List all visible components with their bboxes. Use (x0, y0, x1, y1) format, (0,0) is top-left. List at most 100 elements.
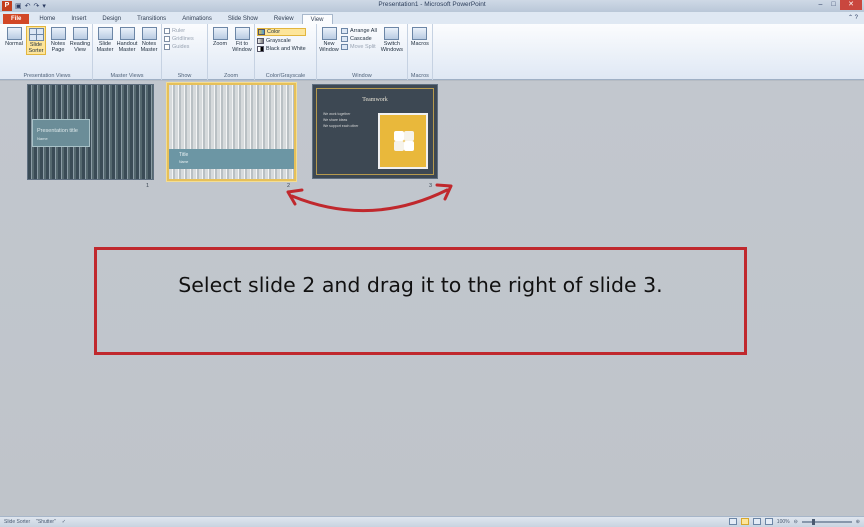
instruction-callout: Select slide 2 and drag it to the right … (94, 247, 747, 355)
zoom-button[interactable]: Zoom (210, 26, 230, 47)
title-bar: P ▣ ↶ ↷ ▾ Presentation1 - Microsoft Powe… (0, 0, 864, 12)
slide-frame: Teamwork We work together We share ideas… (316, 88, 434, 175)
grayscale-button[interactable]: Grayscale (257, 38, 306, 44)
slide-master-icon (97, 27, 113, 40)
reading-view-status-icon[interactable] (752, 518, 761, 525)
normal-view-status-icon[interactable] (728, 518, 737, 525)
notes-master-button[interactable]: Notes Master (139, 26, 159, 53)
zoom-in-icon[interactable]: ⊕ (856, 519, 860, 525)
gridlines-checkbox[interactable]: Gridlines (164, 36, 194, 42)
slide-title: Title (179, 152, 189, 158)
group-show: Ruler Gridlines Guides Show (162, 24, 208, 80)
group-label: Macros (410, 73, 429, 79)
slide-thumbnail-1[interactable]: Presentation title Name (27, 84, 154, 180)
puzzle-hands-image (378, 113, 428, 169)
bullet-list: We work together We share ideas We suppo… (323, 111, 358, 129)
notes-master-icon (141, 27, 157, 40)
reading-view-icon (72, 27, 88, 40)
zoom-out-icon[interactable]: ⊖ (794, 519, 798, 525)
group-label: Zoom (223, 73, 239, 79)
switch-windows-button[interactable]: Switch Windows (379, 26, 405, 53)
zoom-slider-thumb[interactable] (811, 518, 815, 525)
tab-home[interactable]: Home (31, 14, 63, 24)
fit-to-window-button[interactable]: Fit to Window (232, 26, 252, 53)
black-and-white-button[interactable]: Black and White (257, 46, 306, 52)
maximize-icon[interactable]: □ (827, 0, 840, 10)
group-color-grayscale: Color Grayscale Black and White Color/Gr… (255, 24, 317, 80)
slide-thumbnail-3[interactable]: Teamwork We work together We share ideas… (312, 84, 438, 179)
notes-page-icon (50, 27, 66, 40)
cascade-icon (341, 36, 348, 42)
theme-status: "Shutter" (36, 519, 56, 525)
fit-to-window-icon (234, 27, 250, 40)
move-split-button[interactable]: Move Split (341, 44, 377, 50)
tab-animations[interactable]: Animations (174, 14, 220, 24)
status-bar: Slide Sorter "Shutter" ✓ 100% ⊖ ⊕ (0, 516, 864, 527)
group-window: New Window Arrange All Cascade Move Spli… (317, 24, 408, 80)
handout-master-icon (119, 27, 135, 40)
slide-number: 1 (146, 183, 150, 189)
color-button[interactable]: Color (257, 28, 306, 36)
group-macros: Macros Macros (408, 24, 433, 80)
arrange-all-icon (341, 28, 348, 34)
group-label: Presentation Views (23, 73, 71, 79)
color-icon (258, 29, 265, 35)
ribbon-tabs: File Home Insert Design Transitions Anim… (0, 12, 864, 24)
normal-view-button[interactable]: Normal (4, 26, 24, 47)
ruler-checkbox[interactable]: Ruler (164, 28, 194, 34)
group-label: Color/Grayscale (265, 73, 306, 79)
instruction-text: Select slide 2 and drag it to the right … (178, 273, 663, 297)
title-placeholder: Presentation title Name (32, 119, 90, 147)
group-master-views: Slide Master Handout Master Notes Master… (93, 24, 162, 80)
tab-slide-show[interactable]: Slide Show (220, 14, 266, 24)
slide-show-status-icon[interactable] (764, 518, 773, 525)
tab-transitions[interactable]: Transitions (129, 14, 174, 24)
close-icon[interactable]: ✕ (840, 0, 862, 10)
slide-subtitle: Name (37, 136, 48, 141)
tab-view[interactable]: View (301, 14, 333, 24)
new-window-icon (321, 27, 337, 40)
tab-file[interactable]: File (3, 14, 30, 24)
notes-page-button[interactable]: Notes Page (48, 26, 68, 53)
black-and-white-icon (257, 46, 264, 52)
slide-master-button[interactable]: Slide Master (95, 26, 115, 53)
tab-insert[interactable]: Insert (63, 14, 94, 24)
group-presentation-views: Normal Slide Sorter Notes Page Reading V… (2, 24, 93, 80)
guides-checkbox[interactable]: Guides (164, 44, 194, 50)
handout-master-button[interactable]: Handout Master (117, 26, 137, 53)
view-status: Slide Sorter (4, 519, 31, 525)
new-window-button[interactable]: New Window (319, 26, 339, 53)
cascade-button[interactable]: Cascade (341, 36, 377, 42)
help-icon[interactable]: ⌃ ? (848, 14, 858, 21)
spelling-check-icon[interactable]: ✓ (62, 519, 66, 525)
window-controls: – □ ✕ (814, 0, 862, 10)
checkbox-icon (164, 28, 170, 34)
arrange-all-button[interactable]: Arrange All (341, 28, 377, 34)
reading-view-button[interactable]: Reading View (70, 26, 90, 53)
move-split-icon (341, 44, 348, 50)
group-zoom: Zoom Fit to Window Zoom (208, 24, 255, 80)
minimize-icon[interactable]: – (814, 0, 827, 10)
window-title: Presentation1 - Microsoft PowerPoint (378, 1, 486, 8)
slide-sorter-icon (28, 28, 44, 41)
checkbox-icon (164, 36, 170, 42)
zoom-level[interactable]: 100% (777, 519, 790, 525)
ribbon: Normal Slide Sorter Notes Page Reading V… (0, 24, 864, 80)
zoom-slider[interactable] (801, 518, 852, 525)
tab-review[interactable]: Review (266, 14, 302, 24)
macros-icon (412, 27, 428, 40)
group-label: Window (352, 73, 372, 79)
slide-title: Presentation title (37, 128, 78, 134)
slide-sorter-status-icon[interactable] (740, 518, 749, 525)
macros-button[interactable]: Macros (410, 26, 430, 47)
slide-number: 2 (287, 183, 291, 189)
group-label: Master Views (110, 73, 144, 79)
group-label: Show (177, 73, 192, 79)
checkbox-icon (164, 44, 170, 50)
normal-view-icon (6, 27, 22, 40)
slide-sorter-button[interactable]: Slide Sorter (26, 26, 46, 55)
bullet-item: We support each other (323, 124, 359, 128)
slide-thumbnail-2[interactable]: Title Name (167, 83, 296, 181)
tab-design[interactable]: Design (94, 14, 129, 24)
grayscale-icon (257, 38, 264, 44)
